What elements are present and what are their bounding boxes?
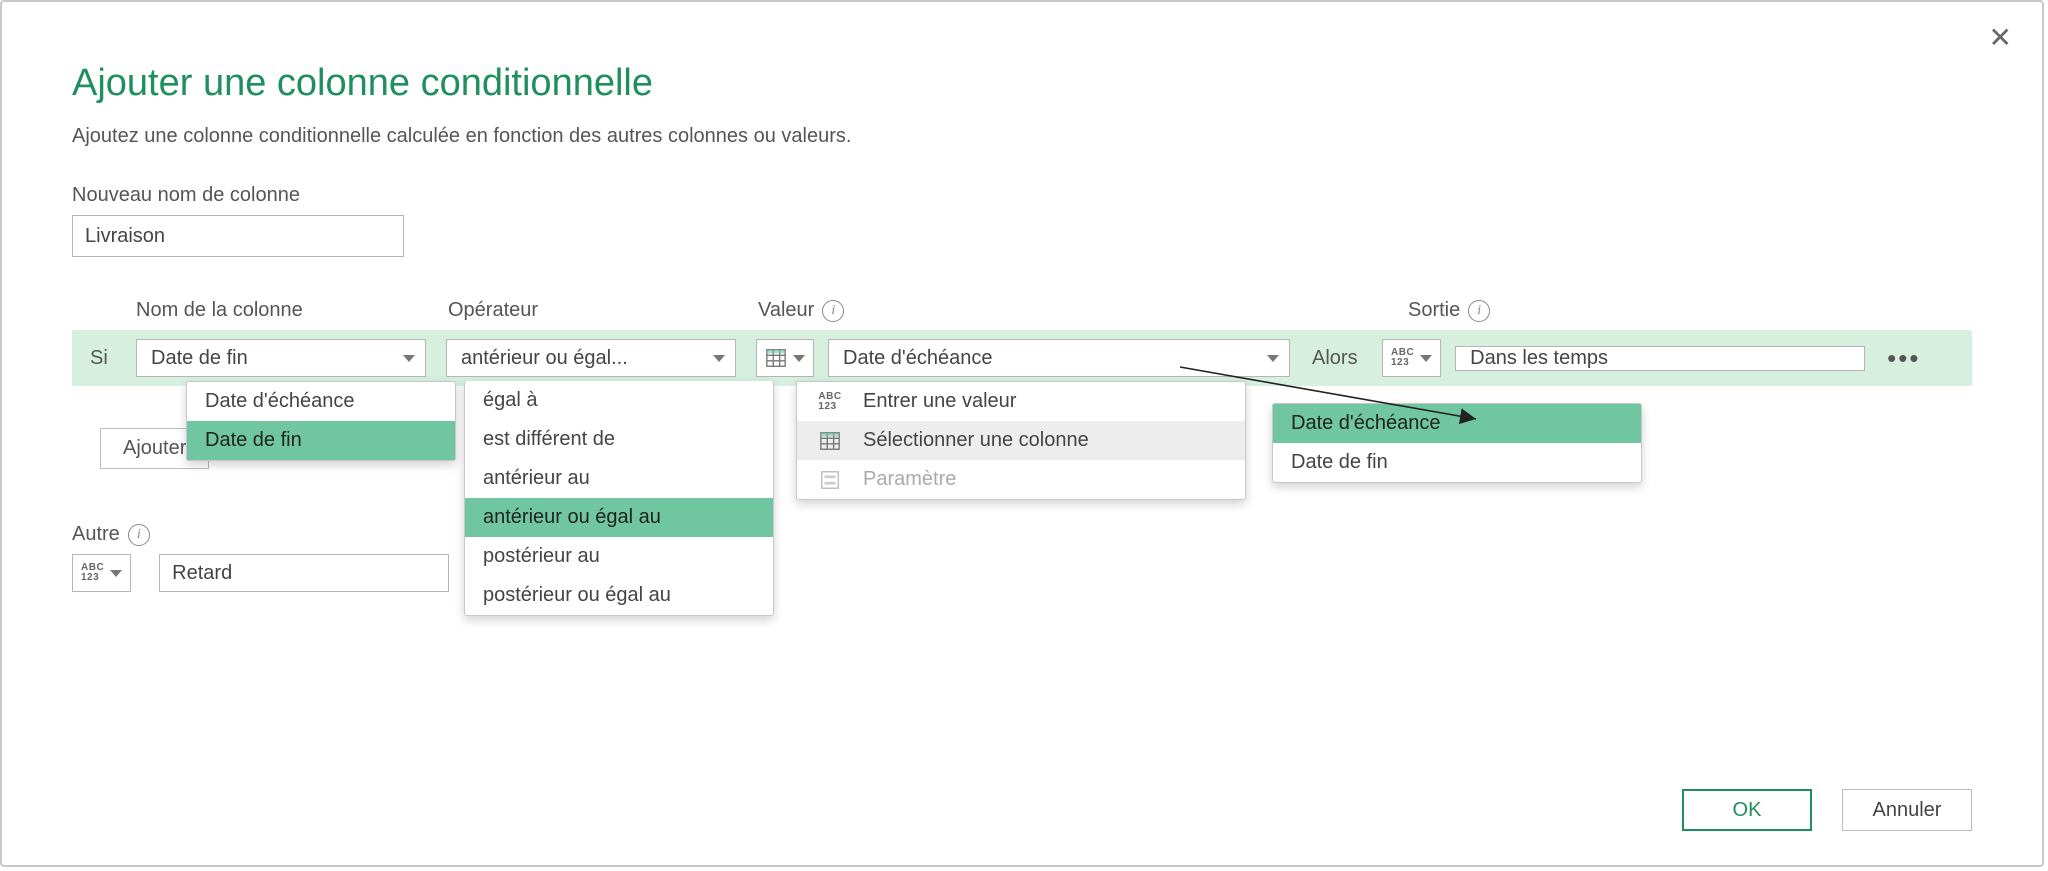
value-dropdown[interactable]: Date d'échéance — [828, 339, 1290, 377]
otherwise-label: Autre — [72, 523, 120, 546]
parameter-icon — [815, 469, 845, 491]
if-label: Si — [90, 347, 136, 370]
menu-item-label: Paramètre — [863, 468, 956, 491]
output-value-input[interactable] — [1455, 346, 1865, 371]
operator-value: antérieur ou égal... — [461, 347, 628, 370]
menu-item-parameter: Paramètre — [797, 460, 1245, 499]
otherwise-section: Autre i ABC123 — [72, 523, 1972, 592]
abc123-icon: ABC123 — [81, 563, 104, 583]
menu-item-date-fin[interactable]: Date de fin — [187, 421, 455, 460]
rule-area: Nom de la colonne Opérateur Valeur i Sor… — [72, 299, 1972, 386]
info-icon[interactable]: i — [128, 524, 150, 546]
header-value-label: Valeur — [758, 299, 814, 322]
header-value: Valeur i — [758, 299, 1318, 322]
operator-dropdown[interactable]: antérieur ou égal... — [446, 339, 736, 377]
value-column-menu: Date d'échéance Date de fin — [1272, 403, 1642, 483]
column-name-value: Date de fin — [151, 347, 248, 370]
table-icon — [815, 430, 845, 452]
column-name-menu: Date d'échéance Date de fin — [186, 381, 456, 461]
value-type-menu: ABC123 Entrer une valeur Sélectionner un… — [796, 381, 1246, 500]
chevron-down-icon — [1420, 355, 1432, 362]
output-type-button[interactable]: ABC123 — [1382, 339, 1441, 377]
menu-item-date-echeance[interactable]: Date d'échéance — [1273, 404, 1641, 443]
header-column-name: Nom de la colonne — [136, 299, 448, 322]
menu-item-different[interactable]: est différent de — [465, 420, 773, 459]
value-type-button[interactable] — [756, 339, 814, 377]
more-options-button[interactable]: ••• — [1887, 343, 1920, 374]
cancel-button[interactable]: Annuler — [1842, 789, 1972, 831]
dialog-footer: OK Annuler — [1682, 789, 1972, 831]
menu-item-egal[interactable]: égal à — [465, 381, 773, 420]
new-column-name-input[interactable] — [72, 215, 404, 257]
menu-item-date-echeance[interactable]: Date d'échéance — [187, 382, 455, 421]
header-operator: Opérateur — [448, 299, 758, 322]
close-icon[interactable]: ✕ — [1989, 24, 2012, 52]
dialog-title: Ajouter une colonne conditionnelle — [72, 62, 1972, 105]
table-icon — [765, 347, 787, 369]
new-column-name-label: Nouveau nom de colonne — [72, 184, 1972, 207]
then-label: Alors — [1312, 347, 1382, 370]
chevron-down-icon — [403, 355, 415, 362]
otherwise-value-input[interactable] — [159, 554, 449, 592]
operator-menu: égal à est différent de antérieur au ant… — [464, 381, 774, 616]
chevron-down-icon — [793, 355, 805, 362]
otherwise-type-button[interactable]: ABC123 — [72, 554, 131, 592]
rule-row: Si Date de fin antérieur ou égal... Date… — [72, 330, 1972, 386]
column-name-dropdown[interactable]: Date de fin — [136, 339, 426, 377]
value-selected: Date d'échéance — [843, 347, 992, 370]
rule-headers: Nom de la colonne Opérateur Valeur i Sor… — [72, 299, 1972, 322]
header-output-label: Sortie — [1408, 299, 1460, 322]
menu-item-anterieur-egal[interactable]: antérieur ou égal au — [465, 498, 773, 537]
dialog-subtitle: Ajoutez une colonne conditionnelle calcu… — [72, 125, 1972, 148]
menu-item-posterieur-egal[interactable]: postérieur ou égal au — [465, 576, 773, 615]
conditional-column-dialog: ✕ Ajouter une colonne conditionnelle Ajo… — [0, 0, 2044, 867]
header-output: Sortie i — [1408, 299, 1888, 322]
info-icon[interactable]: i — [822, 300, 844, 322]
abc123-icon: ABC123 — [818, 392, 841, 412]
chevron-down-icon — [110, 570, 122, 577]
menu-item-label: Entrer une valeur — [863, 390, 1016, 413]
info-icon[interactable]: i — [1468, 300, 1490, 322]
menu-item-label: Sélectionner une colonne — [863, 429, 1089, 452]
chevron-down-icon — [713, 355, 725, 362]
abc123-icon: ABC123 — [1391, 348, 1414, 368]
menu-item-enter-value[interactable]: ABC123 Entrer une valeur — [797, 382, 1245, 421]
ok-button[interactable]: OK — [1682, 789, 1812, 831]
menu-item-date-fin[interactable]: Date de fin — [1273, 443, 1641, 482]
menu-item-posterieur[interactable]: postérieur au — [465, 537, 773, 576]
menu-item-select-column[interactable]: Sélectionner une colonne — [797, 421, 1245, 460]
menu-item-anterieur[interactable]: antérieur au — [465, 459, 773, 498]
chevron-down-icon — [1267, 355, 1279, 362]
